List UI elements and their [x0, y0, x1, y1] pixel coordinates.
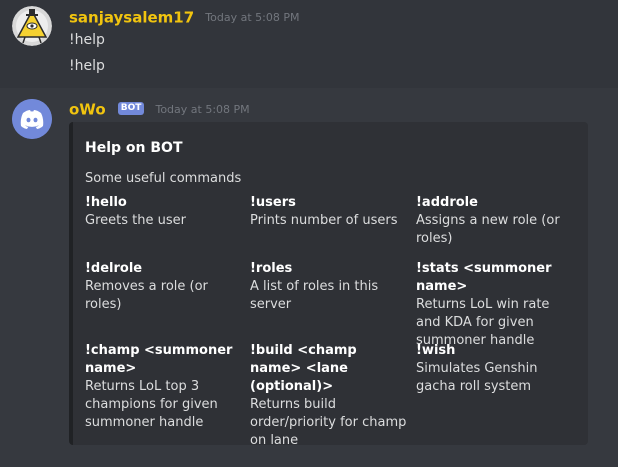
message-group-bot: oWo BOT Today at 5:08 PM Help on BOT Som…: [0, 96, 618, 467]
field-name: !addrole: [416, 195, 478, 210]
embed-description: Some useful commands: [85, 171, 242, 186]
field-name: !wish: [416, 343, 456, 358]
field-name: !champ <summoner name>: [85, 343, 233, 376]
field-name: !build <champ name> <lane (optional)>: [250, 343, 357, 394]
bot-badge: BOT: [117, 101, 145, 115]
embed-field: !hello Greets the user: [85, 194, 245, 230]
embed-field: !build <champ name> <lane (optional)> Re…: [250, 342, 410, 450]
discord-logo-avatar-icon[interactable]: [12, 99, 52, 139]
embed-field: !stats <summoner name> Returns LoL win r…: [416, 260, 576, 350]
message-header: oWo BOT Today at 5:08 PM: [69, 99, 250, 121]
timestamp: Today at 5:08 PM: [205, 11, 300, 24]
field-value: Assigns a new role (or roles): [416, 213, 560, 246]
field-value: Prints number of users: [250, 213, 398, 228]
field-value: Returns LoL top 3 champions for given su…: [85, 379, 218, 430]
field-value: A list of roles in this server: [250, 279, 379, 312]
field-name: !stats <summoner name>: [416, 261, 552, 294]
chat-area: sanjaysalem17 Today at 5:08 PM !help !he…: [0, 0, 618, 467]
embed-field: !addrole Assigns a new role (or roles): [416, 194, 576, 248]
message-text: !help: [69, 58, 105, 74]
username[interactable]: oWo: [69, 101, 106, 119]
message-header: sanjaysalem17 Today at 5:08 PM: [69, 7, 299, 29]
timestamp: Today at 5:08 PM: [155, 103, 250, 116]
embed-field: !wish Simulates Genshin gacha roll syste…: [416, 342, 576, 396]
field-name: !roles: [250, 261, 293, 276]
illuminati-triangle-avatar-icon[interactable]: [12, 6, 52, 46]
embed-field: !roles A list of roles in this server: [250, 260, 410, 314]
message-text: !help: [69, 32, 105, 48]
field-value: Removes a role (or roles): [85, 279, 208, 312]
field-name: !delrole: [85, 261, 143, 276]
field-value: Simulates Genshin gacha roll system: [416, 361, 538, 394]
embed-field: !users Prints number of users: [250, 194, 410, 230]
help-embed: Help on BOT Some useful commands !hello …: [69, 122, 588, 448]
embed-field: !champ <summoner name> Returns LoL top 3…: [85, 342, 245, 432]
embed-title: Help on BOT: [85, 140, 183, 156]
embed-field: !delrole Removes a role (or roles): [85, 260, 245, 314]
field-value: Greets the user: [85, 213, 186, 228]
message-group-user: sanjaysalem17 Today at 5:08 PM !help !he…: [0, 0, 618, 88]
field-value: Returns build order/priority for champ o…: [250, 397, 407, 448]
field-name: !hello: [85, 195, 127, 210]
field-name: !users: [250, 195, 296, 210]
username[interactable]: sanjaysalem17: [69, 9, 194, 27]
